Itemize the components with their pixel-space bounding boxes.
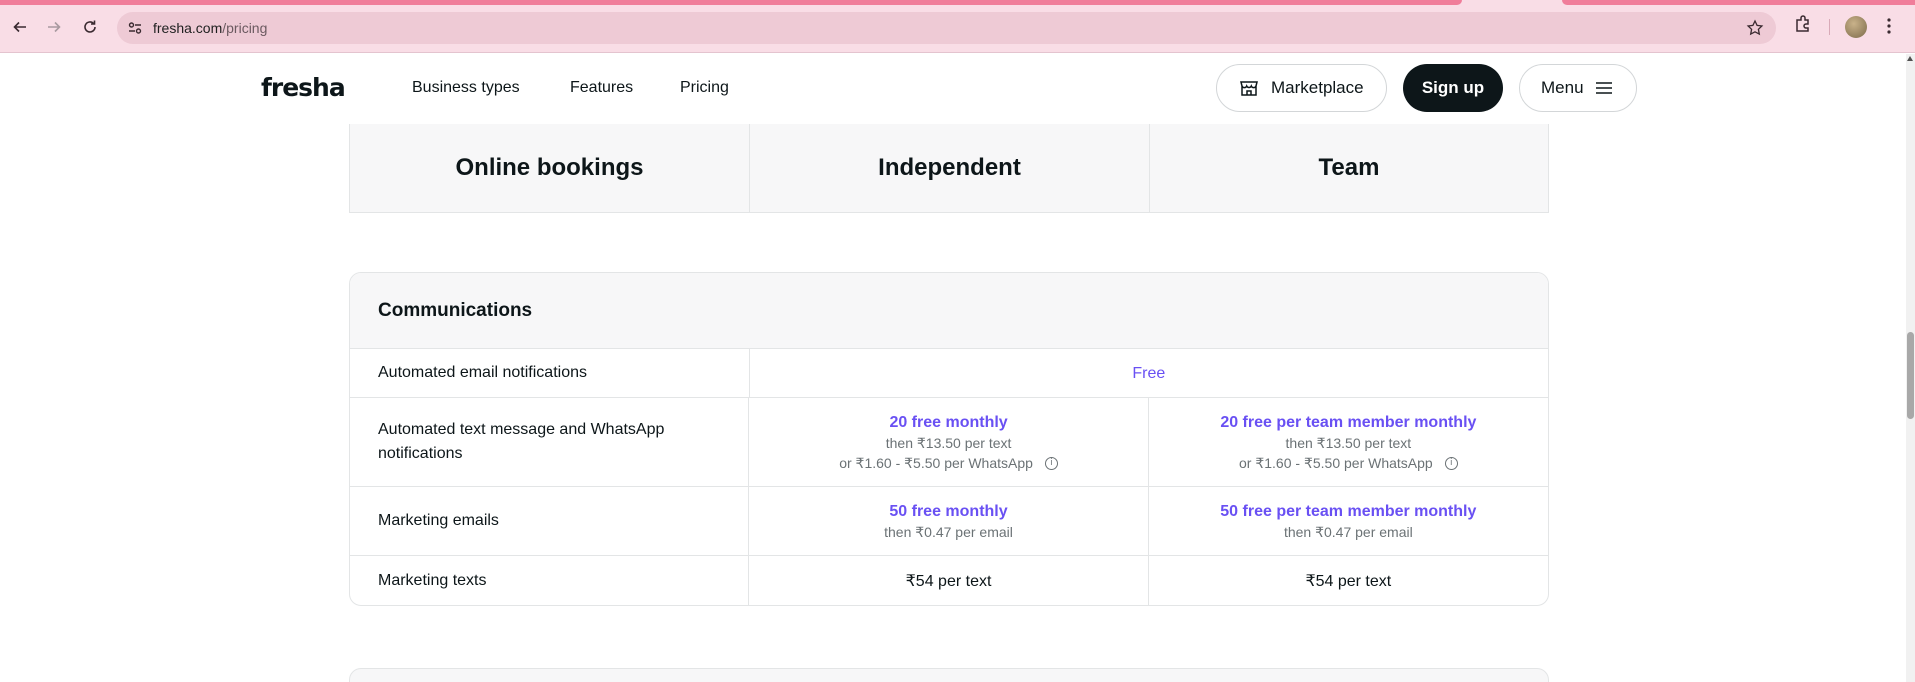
primary-value: 20 free per team member monthly — [1220, 413, 1477, 431]
feature-label: Automated text message and WhatsApp noti… — [378, 421, 665, 462]
back-button[interactable] — [7, 14, 33, 40]
plan-header-row: Online bookings Independent Team — [349, 124, 1549, 213]
forward-arrow-icon — [48, 21, 61, 33]
bookmark-star-icon[interactable] — [1746, 19, 1764, 37]
independent-email-value: 50 free monthly then ₹0.47 per email — [748, 487, 1147, 555]
plan-independent: Independent — [749, 124, 1149, 212]
forward-button[interactable] — [41, 14, 67, 40]
store-icon — [1240, 81, 1258, 96]
browser-toolbar: fresha.com/pricing — [0, 0, 1915, 53]
feature-label: Marketing emails — [378, 512, 499, 529]
active-tab-edge[interactable] — [0, 0, 1462, 5]
address-bar[interactable]: fresha.com/pricing — [117, 12, 1776, 44]
avatar — [1845, 16, 1867, 38]
whatsapp-price: or ₹1.60 - ₹5.50 per WhatsApp — [1239, 454, 1433, 471]
sign-up-label: Sign up — [1421, 78, 1485, 97]
extensions-button[interactable] — [1793, 14, 1813, 39]
nav-business-types[interactable]: Business types — [412, 79, 520, 97]
plan-team: Team — [1149, 124, 1548, 212]
inactive-tab-edge[interactable] — [1562, 0, 1915, 5]
puzzle-icon — [1796, 15, 1809, 32]
site-settings-icon[interactable] — [127, 20, 143, 36]
team-text-value: 20 free per team member monthly then ₹13… — [1147, 398, 1548, 486]
scrollbar-thumb[interactable] — [1907, 332, 1914, 419]
toolbar-divider — [1829, 19, 1830, 35]
marketplace-button[interactable]: Marketplace — [1216, 64, 1387, 112]
back-arrow-icon — [13, 21, 26, 33]
secondary-value: then ₹0.47 per email — [884, 523, 1013, 540]
kebab-menu-icon — [1887, 18, 1891, 34]
menu-button[interactable]: Menu — [1519, 64, 1637, 112]
site-header: fresha Business types Features Pricing M… — [0, 54, 1906, 124]
team-marketing-text-value: ₹54 per text — [1147, 556, 1548, 605]
info-icon[interactable]: i — [1044, 457, 1058, 471]
feature-label: Automated email notifications — [378, 364, 587, 381]
scroll-up-arrow-icon[interactable] — [1907, 56, 1913, 61]
reload-button[interactable] — [77, 14, 103, 40]
tab-strip — [0, 0, 1915, 5]
next-section-card — [349, 668, 1549, 682]
primary-value: 20 free monthly — [889, 413, 1008, 431]
independent-text-value: 20 free monthly then ₹13.50 per text or … — [748, 398, 1147, 486]
price-value: ₹54 per text — [1305, 572, 1392, 590]
secondary-value: then ₹13.50 per text — [1285, 434, 1412, 451]
table-row: Marketing texts ₹54 per text ₹54 per tex… — [350, 556, 1548, 605]
communications-title: Communications — [350, 273, 1548, 349]
team-email-value: 50 free per team member monthly then ₹0.… — [1147, 487, 1548, 555]
sign-up-button[interactable]: Sign up — [1403, 64, 1503, 112]
primary-value: 50 free per team member monthly — [1220, 502, 1477, 520]
nav-pricing[interactable]: Pricing — [680, 79, 729, 97]
info-icon[interactable]: i — [1444, 457, 1458, 471]
nav-features[interactable]: Features — [570, 79, 633, 97]
page-scrollbar[interactable] — [1906, 54, 1915, 682]
primary-value: 50 free monthly — [889, 502, 1008, 520]
secondary-value: or ₹1.60 - ₹5.50 per WhatsApp i — [1239, 453, 1458, 473]
fresha-logo[interactable]: fresha — [261, 73, 346, 102]
menu-label: Menu — [1541, 78, 1584, 97]
feature-label: Marketing texts — [378, 571, 487, 589]
reload-icon — [84, 20, 96, 33]
email-notifications-value: Free — [748, 349, 1548, 397]
plan-online-bookings: Online bookings — [455, 154, 644, 181]
url-host: fresha.com — [153, 20, 223, 36]
browser-menu-button[interactable] — [1886, 16, 1892, 41]
table-row: Automated email notifications Free — [350, 349, 1548, 398]
profile-button[interactable] — [1845, 16, 1867, 38]
table-row: Marketing emails 50 free monthly then ₹0… — [350, 487, 1548, 556]
marketplace-label: Marketplace — [1271, 78, 1364, 97]
secondary-value: or ₹1.60 - ₹5.50 per WhatsApp i — [839, 453, 1058, 473]
whatsapp-price: or ₹1.60 - ₹5.50 per WhatsApp — [839, 454, 1033, 471]
price-value: ₹54 per text — [905, 572, 992, 590]
independent-marketing-text-value: ₹54 per text — [748, 556, 1147, 605]
hamburger-icon — [1595, 82, 1612, 94]
url-text[interactable]: fresha.com/pricing — [153, 20, 267, 36]
free-value: Free — [1132, 364, 1166, 382]
communications-table: Communications Automated email notificat… — [349, 272, 1549, 606]
url-path: /pricing — [222, 20, 268, 36]
secondary-value: then ₹0.47 per email — [1283, 523, 1413, 540]
table-row: Automated text message and WhatsApp noti… — [350, 398, 1548, 487]
secondary-value: then ₹13.50 per text — [885, 434, 1012, 451]
